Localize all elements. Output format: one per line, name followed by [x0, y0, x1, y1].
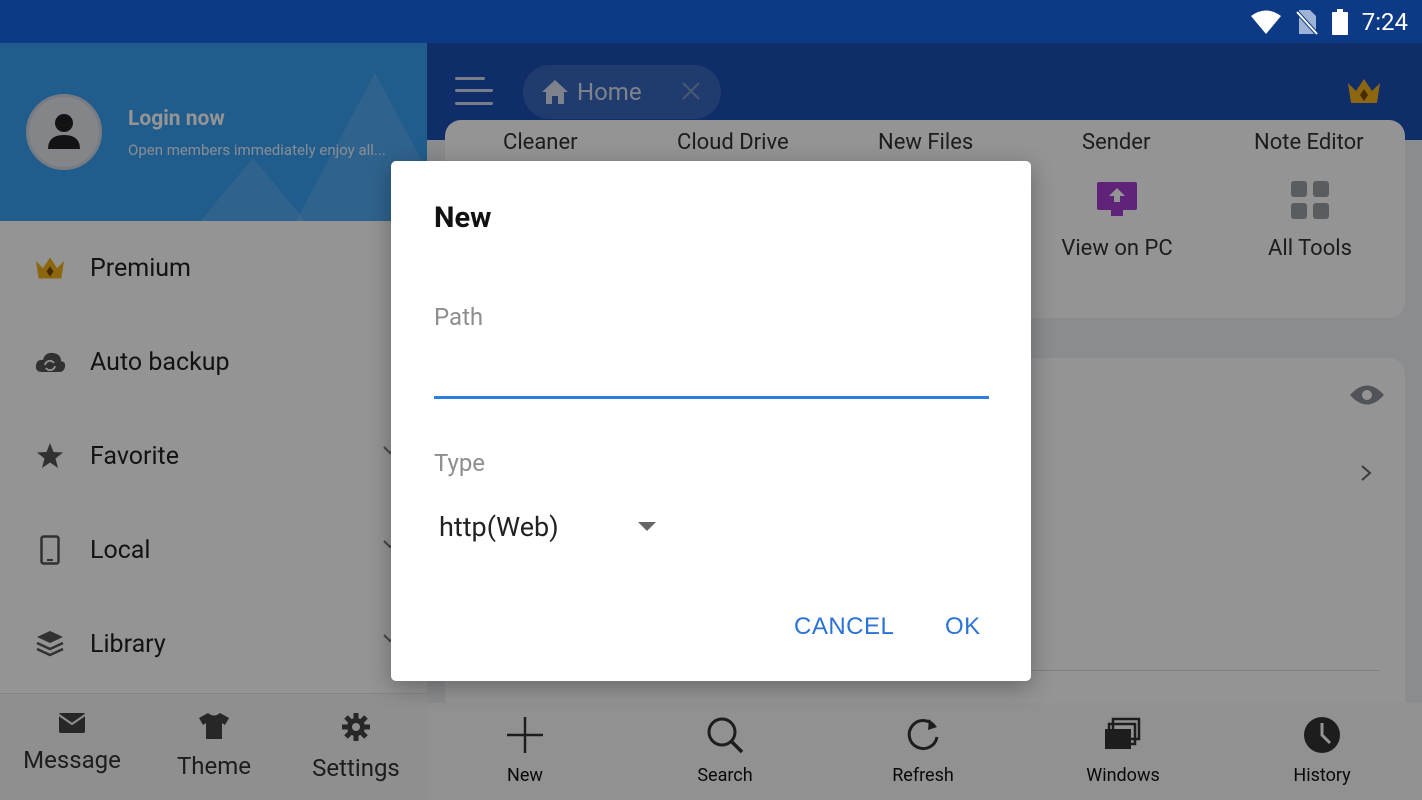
- type-label: Type: [434, 449, 486, 477]
- type-dropdown[interactable]: http(Web): [439, 507, 669, 547]
- dialog-title: New: [434, 201, 492, 235]
- type-dropdown-value: http(Web): [439, 511, 559, 543]
- dropdown-arrow-icon: [638, 522, 656, 531]
- path-label: Path: [434, 303, 484, 331]
- drawer-scrim: [0, 43, 427, 800]
- cancel-button[interactable]: CANCEL: [794, 613, 894, 641]
- ok-button[interactable]: OK: [945, 613, 981, 641]
- wifi-icon: [1250, 10, 1281, 34]
- no-sim-icon: [1295, 9, 1318, 35]
- new-dialog: New Path Type http(Web) CANCEL OK: [391, 161, 1031, 681]
- path-input[interactable]: [434, 351, 989, 399]
- clock-time: 7:24: [1361, 7, 1408, 36]
- status-bar: 7:24: [0, 0, 1422, 43]
- battery-icon: [1331, 8, 1348, 35]
- status-icons: 7:24: [1250, 0, 1408, 43]
